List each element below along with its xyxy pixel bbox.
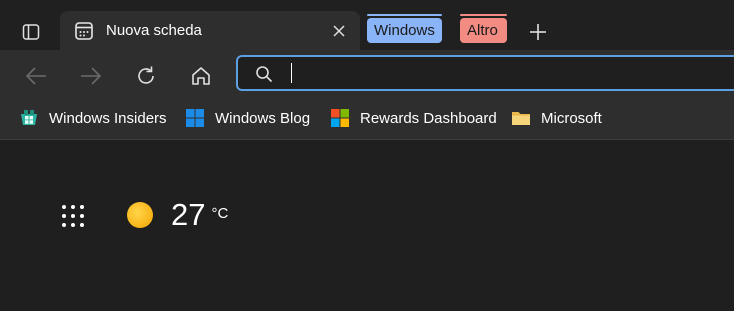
- arrow-left-icon: [25, 67, 46, 85]
- text-caret: [291, 63, 292, 83]
- favorite-rewards-dashboard[interactable]: Rewards Dashboard: [330, 106, 497, 130]
- forward-button[interactable]: [77, 62, 105, 90]
- tab-group-line: [460, 14, 507, 16]
- tab-actions-button[interactable]: [14, 18, 48, 46]
- tab-strip: Nuova scheda Windows Altro: [0, 0, 734, 50]
- tab-active[interactable]: Nuova scheda: [60, 11, 360, 50]
- search-icon: [256, 66, 273, 83]
- favorite-label: Rewards Dashboard: [360, 109, 497, 127]
- tab-group-line: [367, 14, 442, 16]
- address-input[interactable]: [294, 61, 718, 87]
- favorite-label: Windows Blog: [215, 109, 311, 127]
- windows-logo-icon: [186, 109, 204, 127]
- tab-actions-icon: [22, 24, 40, 40]
- close-tab-button[interactable]: [328, 20, 350, 42]
- tab-group-altro[interactable]: Altro: [460, 14, 507, 43]
- microsoft-logo-icon: [331, 109, 349, 127]
- favorite-folder-microsoft[interactable]: Microsoft: [511, 106, 602, 130]
- toolbar: [0, 50, 734, 100]
- arrow-right-icon: [81, 67, 102, 85]
- plus-icon: [530, 24, 546, 40]
- tab-group-windows[interactable]: Windows: [367, 14, 442, 43]
- address-bar[interactable]: [236, 55, 734, 91]
- favorite-windows-insiders[interactable]: Windows Insiders: [19, 106, 167, 130]
- windows-insider-icon: [21, 110, 37, 125]
- favorite-label: Microsoft: [541, 109, 602, 127]
- home-icon: [192, 67, 210, 85]
- refresh-icon: [138, 66, 154, 84]
- favorite-windows-blog[interactable]: Windows Blog: [185, 106, 310, 130]
- new-tab-button[interactable]: [526, 20, 550, 44]
- tab-title: Nuova scheda: [106, 22, 202, 39]
- tab-group-label: Altro: [467, 22, 498, 39]
- new-tab-page-icon: [75, 22, 93, 40]
- refresh-button[interactable]: [132, 62, 160, 90]
- tab-group-label: Windows: [374, 22, 435, 39]
- sun-icon: [127, 202, 153, 228]
- folder-icon: [512, 112, 530, 125]
- home-button[interactable]: [187, 62, 215, 90]
- grid-icon: [62, 205, 84, 227]
- favorite-label: Windows Insiders: [49, 109, 167, 127]
- favorites-bar: Windows Insiders Windows Blog Rewards Da…: [0, 100, 734, 140]
- weather-widget[interactable]: 27 °C: [127, 197, 228, 233]
- app-launcher-button[interactable]: [61, 204, 85, 228]
- temperature-value: 27: [171, 197, 206, 232]
- temperature-unit: °C: [211, 205, 229, 222]
- close-icon: [333, 25, 345, 37]
- back-button[interactable]: [22, 62, 50, 90]
- new-tab-page: 27 °C: [0, 140, 734, 311]
